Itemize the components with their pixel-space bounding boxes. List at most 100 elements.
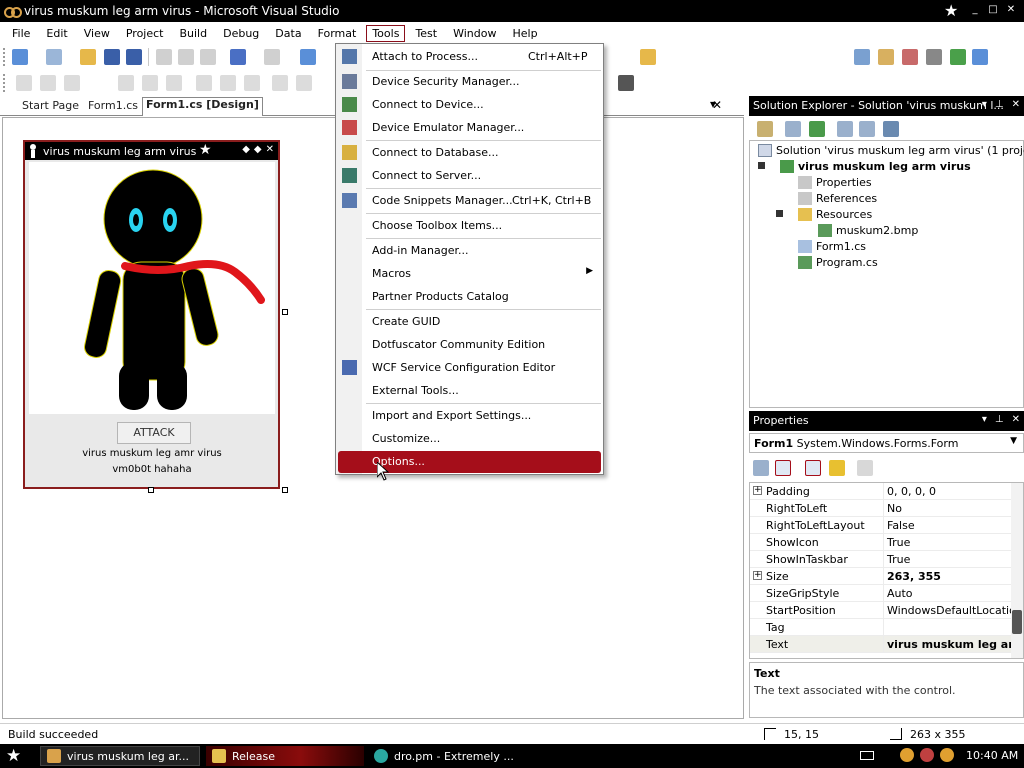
panel-close-icon[interactable]: ✕ [1012,99,1020,110]
start-page-icon[interactable] [950,49,966,65]
menu-item-external-tools[interactable]: External Tools... [336,380,603,402]
refresh-icon[interactable] [809,121,825,137]
property-row-righttoleftlayout[interactable]: RightToLeftLayout False [750,517,1012,534]
solution-explorer-header[interactable]: Solution Explorer - Solution 'virus musk… [749,96,1024,116]
taskbar-item-visual-studio[interactable]: virus muskum leg ar... [40,746,200,766]
picture-box[interactable] [29,162,275,414]
new-project-icon[interactable] [12,49,28,65]
horizontal-spacing-icon[interactable] [272,75,288,91]
menu-window[interactable]: Window [447,25,502,42]
menu-item-macros[interactable]: Macros ▶ [336,263,603,285]
resize-handle-bottom[interactable] [148,487,154,493]
menu-project[interactable]: Project [120,25,170,42]
form-title-bar[interactable]: virus muskum leg arm virus ★ ◆ ◆ ✕ [25,142,278,160]
start-button[interactable]: ★ [6,746,21,766]
properties-window-icon[interactable] [878,49,894,65]
tree-item-resources[interactable]: Resources [798,206,872,222]
collapse-icon[interactable] [758,162,765,169]
panel-dropdown-icon[interactable]: ▾ [982,414,987,425]
property-row-righttoleft[interactable]: RightToLeft No [750,500,1012,517]
align-centers-icon[interactable] [40,75,56,91]
clock[interactable]: 10:40 AM [966,749,1018,762]
events-icon[interactable] [829,460,845,476]
property-row-padding[interactable]: + Padding 0, 0, 0, 0 [750,483,1012,500]
class-diagram-icon[interactable] [883,121,899,137]
menu-file[interactable]: File [6,25,36,42]
navigate-icon[interactable] [300,49,316,65]
tab-start-page[interactable]: Start Page [22,99,79,112]
expand-icon[interactable]: + [753,571,762,580]
property-row-tag[interactable]: Tag [750,619,1012,636]
menu-item-wcf-service-configuration-editor[interactable]: WCF Service Configuration Editor [336,357,603,379]
pin-icon[interactable]: ⊥ [995,414,1004,425]
copy-icon[interactable] [178,49,194,65]
property-pages-icon[interactable] [857,460,873,476]
align-middles-icon[interactable] [142,75,158,91]
property-row-size[interactable]: + Size 263, 355 [750,568,1012,585]
paste-icon[interactable] [200,49,216,65]
menu-item-import-export-settings[interactable]: Import and Export Settings... [336,405,603,427]
save-icon[interactable] [104,49,120,65]
cut-icon[interactable] [156,49,172,65]
menu-item-partner-products-catalog[interactable]: Partner Products Catalog [336,286,603,308]
close-tab-icon[interactable]: ✕ [712,98,722,112]
menu-view[interactable]: View [78,25,116,42]
tab-form1-cs[interactable]: Form1.cs [88,99,138,112]
taskbar-item-dro-pm[interactable]: dro.pm - Extremely ... [368,746,528,766]
show-all-files-icon[interactable] [785,121,801,137]
taskbar-item-release[interactable]: Release [206,746,364,766]
tree-item-solution[interactable]: Solution 'virus muskum leg arm virus' (1… [758,142,1024,158]
find-in-files-icon[interactable] [640,49,656,65]
toolbox-icon[interactable] [926,49,942,65]
menu-tools[interactable]: Tools [366,24,406,42]
property-row-startposition[interactable]: StartPosition WindowsDefaultLocation [750,602,1023,619]
tree-item-project[interactable]: virus muskum leg arm virus [780,158,971,174]
object-selector[interactable]: Form1 System.Windows.Forms.Form ▼ [749,433,1024,453]
tray-icon[interactable] [920,748,934,762]
menu-item-connect-to-server[interactable]: Connect to Server... [336,165,603,187]
tree-item-muskum2-bmp[interactable]: muskum2.bmp [818,222,918,238]
menu-item-attach-to-process[interactable]: Attach to Process... Ctrl+Alt+P [336,46,603,68]
attack-button[interactable]: ATTACK [117,422,191,444]
tray-icon[interactable] [900,748,914,762]
panel-dropdown-icon[interactable]: ▾ [982,99,987,110]
make-same-width-icon[interactable] [196,75,212,91]
menu-item-connect-to-device[interactable]: Connect to Device... [336,94,603,116]
menu-debug[interactable]: Debug [217,25,265,42]
minimize-button[interactable]: _ [968,3,982,17]
menu-data[interactable]: Data [269,25,307,42]
menu-test[interactable]: Test [409,25,443,42]
properties-icon[interactable] [757,121,773,137]
collapse-icon[interactable] [776,210,783,217]
maximize-button[interactable]: □ [986,3,1000,17]
resize-handle-right[interactable] [282,309,288,315]
keyboard-icon[interactable] [860,751,874,760]
menu-help[interactable]: Help [506,25,543,42]
add-item-icon[interactable] [46,49,62,65]
view-code-icon[interactable] [837,121,853,137]
save-all-icon[interactable] [126,49,142,65]
tree-item-program-cs[interactable]: Program.cs [798,254,878,270]
search-icon[interactable] [940,748,954,762]
pin-icon[interactable]: ⊥ [995,99,1004,110]
align-lefts-icon[interactable] [16,75,32,91]
property-row-sizegripstyle[interactable]: SizeGripStyle Auto [750,585,1012,602]
alphabetical-icon[interactable] [775,460,791,476]
make-same-height-icon[interactable] [220,75,236,91]
menu-item-create-guid[interactable]: Create GUID [336,311,603,333]
resize-handle-corner[interactable] [282,487,288,493]
properties-header[interactable]: Properties ▾ ⊥ ✕ [749,411,1024,431]
menu-item-add-in-manager[interactable]: Add-in Manager... [336,240,603,262]
toolbar-grip[interactable] [3,74,6,92]
vertical-spacing-icon[interactable] [296,75,312,91]
menu-item-dotfuscator[interactable]: Dotfuscator Community Edition [336,334,603,356]
properties-view-icon[interactable] [805,460,821,476]
menu-edit[interactable]: Edit [40,25,73,42]
redo-icon[interactable] [264,49,280,65]
menu-item-customize[interactable]: Customize... [336,428,603,450]
menu-item-choose-toolbox-items[interactable]: Choose Toolbox Items... [336,215,603,237]
tab-form1-design[interactable]: Form1.cs [Design] [142,97,263,116]
menu-format[interactable]: Format [312,25,363,42]
tree-item-form1-cs[interactable]: Form1.cs [798,238,866,254]
size-to-grid-icon[interactable] [244,75,260,91]
